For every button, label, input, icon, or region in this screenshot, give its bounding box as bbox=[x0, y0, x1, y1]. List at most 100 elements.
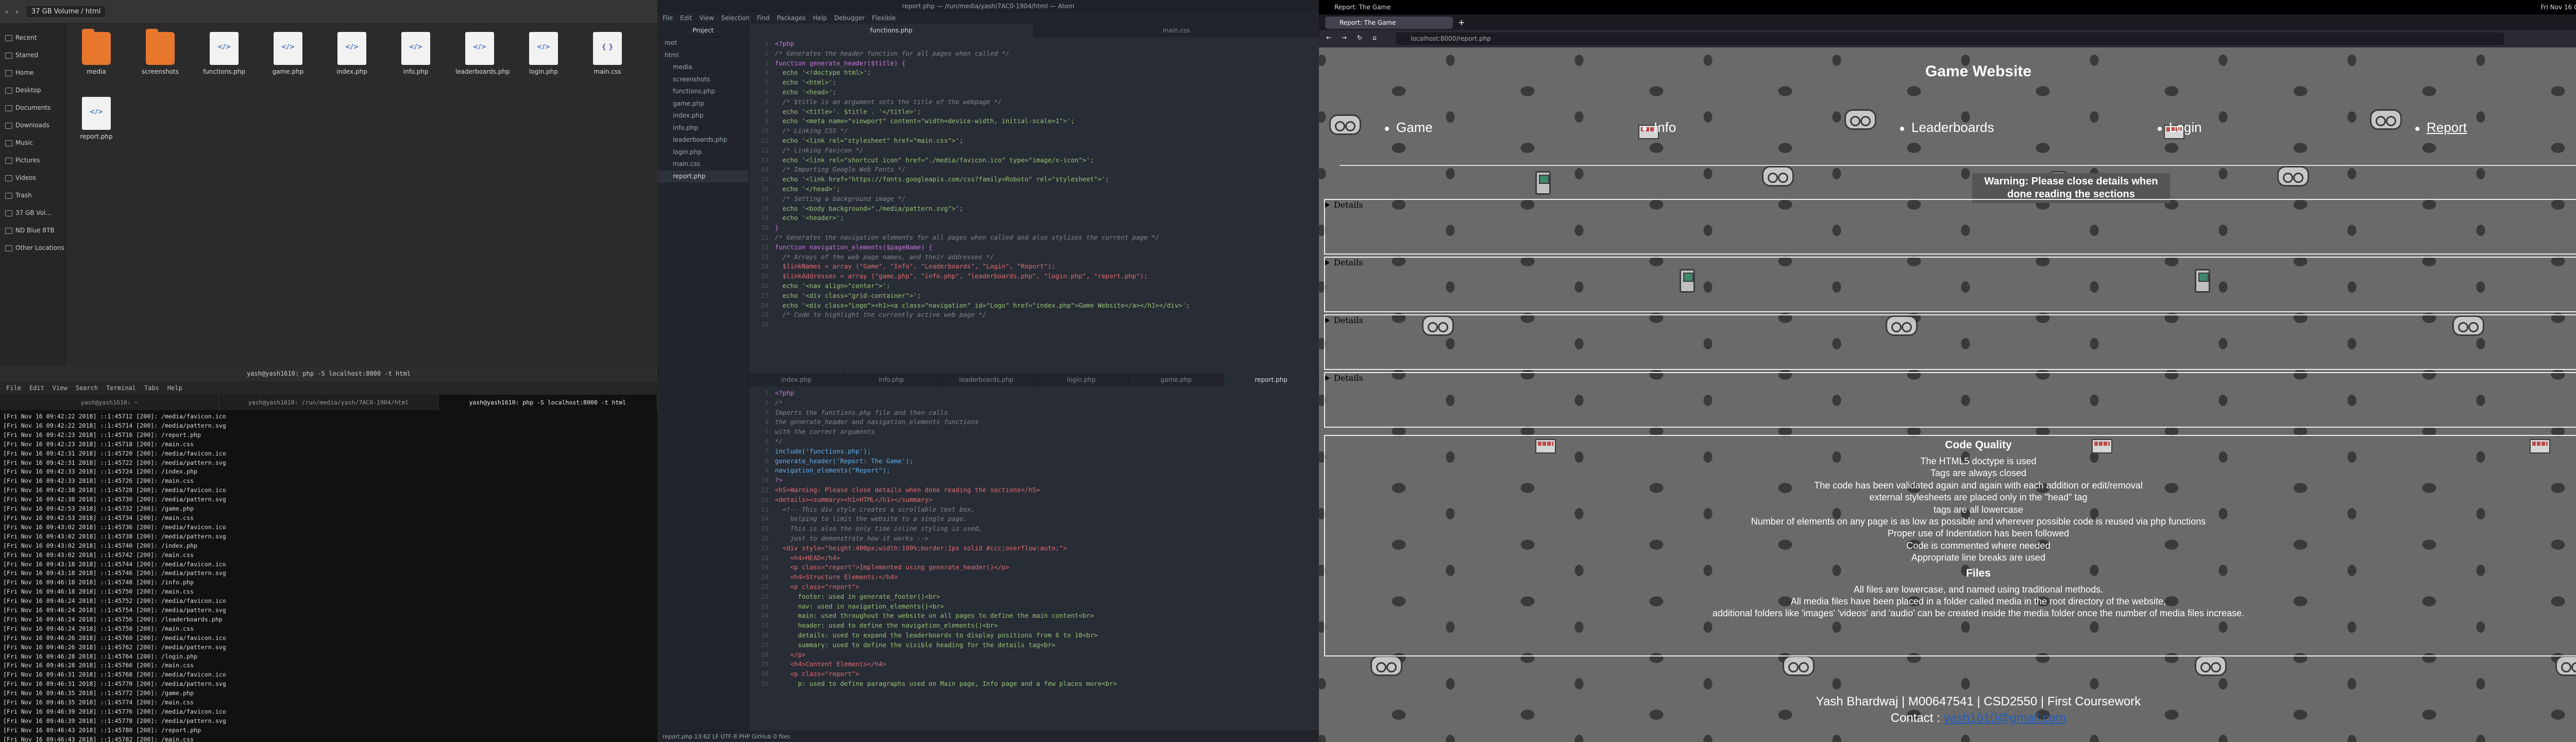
editor-pane-top[interactable]: functions.php main.css 1 2 3 4 5 6 7 8 9 10 11 12 13 1… bbox=[749, 24, 1319, 379]
editor-menu-item[interactable]: Packages bbox=[777, 14, 806, 22]
sidebar-place[interactable]: Pictures bbox=[0, 151, 65, 169]
editor-tab[interactable]: functions.php bbox=[749, 24, 1034, 37]
tab-report[interactable]: Report: The Game bbox=[1325, 16, 1453, 29]
tree-item[interactable]: root bbox=[657, 37, 749, 49]
code-line: */ bbox=[775, 437, 783, 445]
nav-link-report[interactable]: Report bbox=[2427, 120, 2467, 136]
details-others[interactable]: ▶ OTHERS bbox=[1324, 372, 2576, 428]
code-view-bottom[interactable]: 1 2 3 4 5 6 7 8 9 10 11 12 13 14 15 16 17 18 19 20 21 22 23 24 2… bbox=[749, 386, 1319, 687]
editor-menu-item[interactable]: View bbox=[699, 14, 714, 22]
sidebar-place[interactable]: Downloads bbox=[0, 116, 65, 134]
tree-item[interactable]: leaderboards.php bbox=[657, 134, 749, 146]
section-summary-html[interactable]: HTML bbox=[1325, 225, 2576, 248]
editor-menu-item[interactable]: Find bbox=[757, 14, 770, 22]
sidebar-place[interactable]: 37 GB Vol... bbox=[0, 204, 65, 222]
terminal-menu-item[interactable]: File bbox=[6, 384, 21, 392]
file-item[interactable]: report.php bbox=[72, 94, 121, 155]
section-summary-css[interactable]: CSS bbox=[1325, 283, 2576, 306]
project-tree: Project root html media screenshots function… bbox=[657, 24, 749, 731]
nav-link-info[interactable]: Info bbox=[1654, 120, 1676, 136]
editor-menu-item[interactable]: Edit bbox=[680, 14, 692, 22]
code-text[interactable]: <?php /* Generates the header function fo… bbox=[775, 39, 1190, 320]
sidebar-place[interactable]: Videos bbox=[0, 169, 65, 187]
tree-item[interactable]: index.php bbox=[657, 110, 749, 122]
editor-menu-item[interactable]: Help bbox=[813, 14, 827, 22]
code-text[interactable]: <?php/* Imports the functions.php file an… bbox=[775, 389, 1117, 689]
file-item[interactable]: functions.php bbox=[200, 29, 248, 90]
code-line: /* Code to highlight the currently activ… bbox=[775, 311, 987, 319]
details-html[interactable]: ▶ HTML bbox=[1324, 199, 2576, 255]
terminal-tab[interactable]: yash@yash1610: php -S localhost:8000 -t … bbox=[438, 395, 657, 410]
back-icon[interactable]: ← bbox=[1326, 34, 1331, 41]
file-item[interactable]: main.css bbox=[583, 29, 632, 90]
tree-item[interactable]: report.php bbox=[657, 170, 749, 182]
home-icon[interactable]: ⌂ bbox=[1372, 34, 1377, 41]
section-summary-others[interactable]: OTHERS bbox=[1325, 398, 2576, 421]
code-view-top[interactable]: 1 2 3 4 5 6 7 8 9 10 11 12 13 14 15 16 17 18 19 20 21 22 23 24 2… bbox=[749, 37, 1319, 328]
url-bar[interactable]: localhost:8000/report.php bbox=[1396, 32, 2504, 45]
tree-item[interactable]: login.php bbox=[657, 146, 749, 159]
file-item[interactable]: game.php bbox=[264, 29, 312, 90]
tree-item[interactable]: info.php bbox=[657, 122, 749, 134]
file-item[interactable]: login.php bbox=[519, 29, 568, 90]
nav-link-game[interactable]: Game bbox=[1396, 120, 1433, 136]
nav-link-login[interactable]: Login bbox=[2169, 120, 2202, 136]
file-item[interactable]: media bbox=[72, 29, 121, 90]
code-quality-item: Number of elements on any page is as low… bbox=[1751, 516, 2206, 527]
section-summary-php[interactable]: PHP bbox=[1325, 341, 2576, 364]
path-bar[interactable]: 37 GB Volume / html bbox=[26, 5, 107, 18]
file-item[interactable]: leaderboards.php bbox=[455, 29, 510, 90]
file-item[interactable]: info.php bbox=[392, 29, 440, 90]
contact-email-link[interactable]: yash1610@gmail.com bbox=[1943, 711, 2066, 725]
editor-tab[interactable]: index.php bbox=[749, 373, 844, 386]
editor-menu-item[interactable]: Selection bbox=[721, 14, 750, 22]
terminal-menu-item[interactable]: Terminal bbox=[106, 384, 136, 392]
forward-icon[interactable]: → bbox=[1342, 34, 1347, 41]
log-line: [Fri Nov 16 09:46:43 2018] ::1:45780 [20… bbox=[3, 726, 201, 734]
tree-item[interactable]: media bbox=[657, 61, 749, 74]
file-name: screenshots bbox=[141, 68, 179, 75]
tree-item[interactable]: functions.php bbox=[657, 86, 749, 98]
terminal-menu-item[interactable]: Tabs bbox=[144, 384, 159, 392]
tree-item[interactable]: main.css bbox=[657, 158, 749, 171]
reload-icon[interactable]: ↻ bbox=[1357, 34, 1362, 41]
new-tab-icon[interactable]: + bbox=[1458, 18, 1465, 27]
terminal-menu-item[interactable]: Edit bbox=[29, 384, 44, 392]
sidebar-place[interactable]: Starred bbox=[0, 46, 65, 64]
site-logo-link[interactable]: Game Website bbox=[1319, 63, 2576, 80]
editor-tab[interactable]: leaderboards.php bbox=[939, 373, 1034, 386]
sidebar-place[interactable]: Desktop bbox=[0, 81, 65, 99]
file-item[interactable]: screenshots bbox=[136, 29, 184, 90]
details-php[interactable]: ▶ PHP bbox=[1324, 314, 2576, 370]
tree-item[interactable]: game.php bbox=[657, 98, 749, 110]
editor-tab[interactable]: info.php bbox=[844, 373, 939, 386]
sidebar-place[interactable]: Music bbox=[0, 134, 65, 151]
nav-link-leaderboards[interactable]: Leaderboards bbox=[1911, 120, 1994, 136]
sidebar-place[interactable]: Trash bbox=[0, 187, 65, 204]
sidebar-place[interactable]: Recent bbox=[0, 29, 65, 46]
sidebar-place[interactable]: Other Locations bbox=[0, 239, 65, 257]
back-icon[interactable]: ‹ bbox=[5, 7, 8, 16]
sidebar-place[interactable]: ND Blue 8TB bbox=[0, 222, 65, 239]
sidebar-place[interactable]: Home bbox=[0, 64, 65, 81]
forward-icon[interactable]: › bbox=[15, 7, 19, 16]
tree-item[interactable]: html bbox=[657, 49, 749, 62]
sidebar-place[interactable]: Documents bbox=[0, 99, 65, 116]
terminal-menu-item[interactable]: Help bbox=[167, 384, 182, 392]
editor-tab[interactable]: report.php bbox=[1224, 373, 1319, 386]
editor-tab[interactable]: game.php bbox=[1129, 373, 1224, 386]
terminal-menu-item[interactable]: View bbox=[53, 384, 67, 392]
editor-menu-item[interactable]: Flexible bbox=[872, 14, 896, 22]
editor-tab[interactable]: login.php bbox=[1034, 373, 1129, 386]
terminal-tab[interactable]: yash@yash1610: ~ bbox=[0, 395, 219, 410]
line-number: 28 bbox=[761, 650, 769, 659]
terminal-tab[interactable]: yash@yash1610: /run/media/yash/7AC0-1904… bbox=[219, 395, 438, 410]
terminal-menu-item[interactable]: Search bbox=[76, 384, 98, 392]
file-item[interactable]: index.php bbox=[328, 29, 376, 90]
tree-item[interactable]: screenshots bbox=[657, 74, 749, 86]
editor-menu-item[interactable]: File bbox=[663, 14, 673, 22]
editor-menu-item[interactable]: Debugger bbox=[834, 14, 865, 22]
editor-pane-bottom[interactable]: index.php info.php leaderboards.php login.p… bbox=[749, 373, 1319, 731]
editor-tab[interactable]: main.css bbox=[1034, 24, 1319, 37]
details-css[interactable]: ▶ CSS bbox=[1324, 257, 2576, 312]
